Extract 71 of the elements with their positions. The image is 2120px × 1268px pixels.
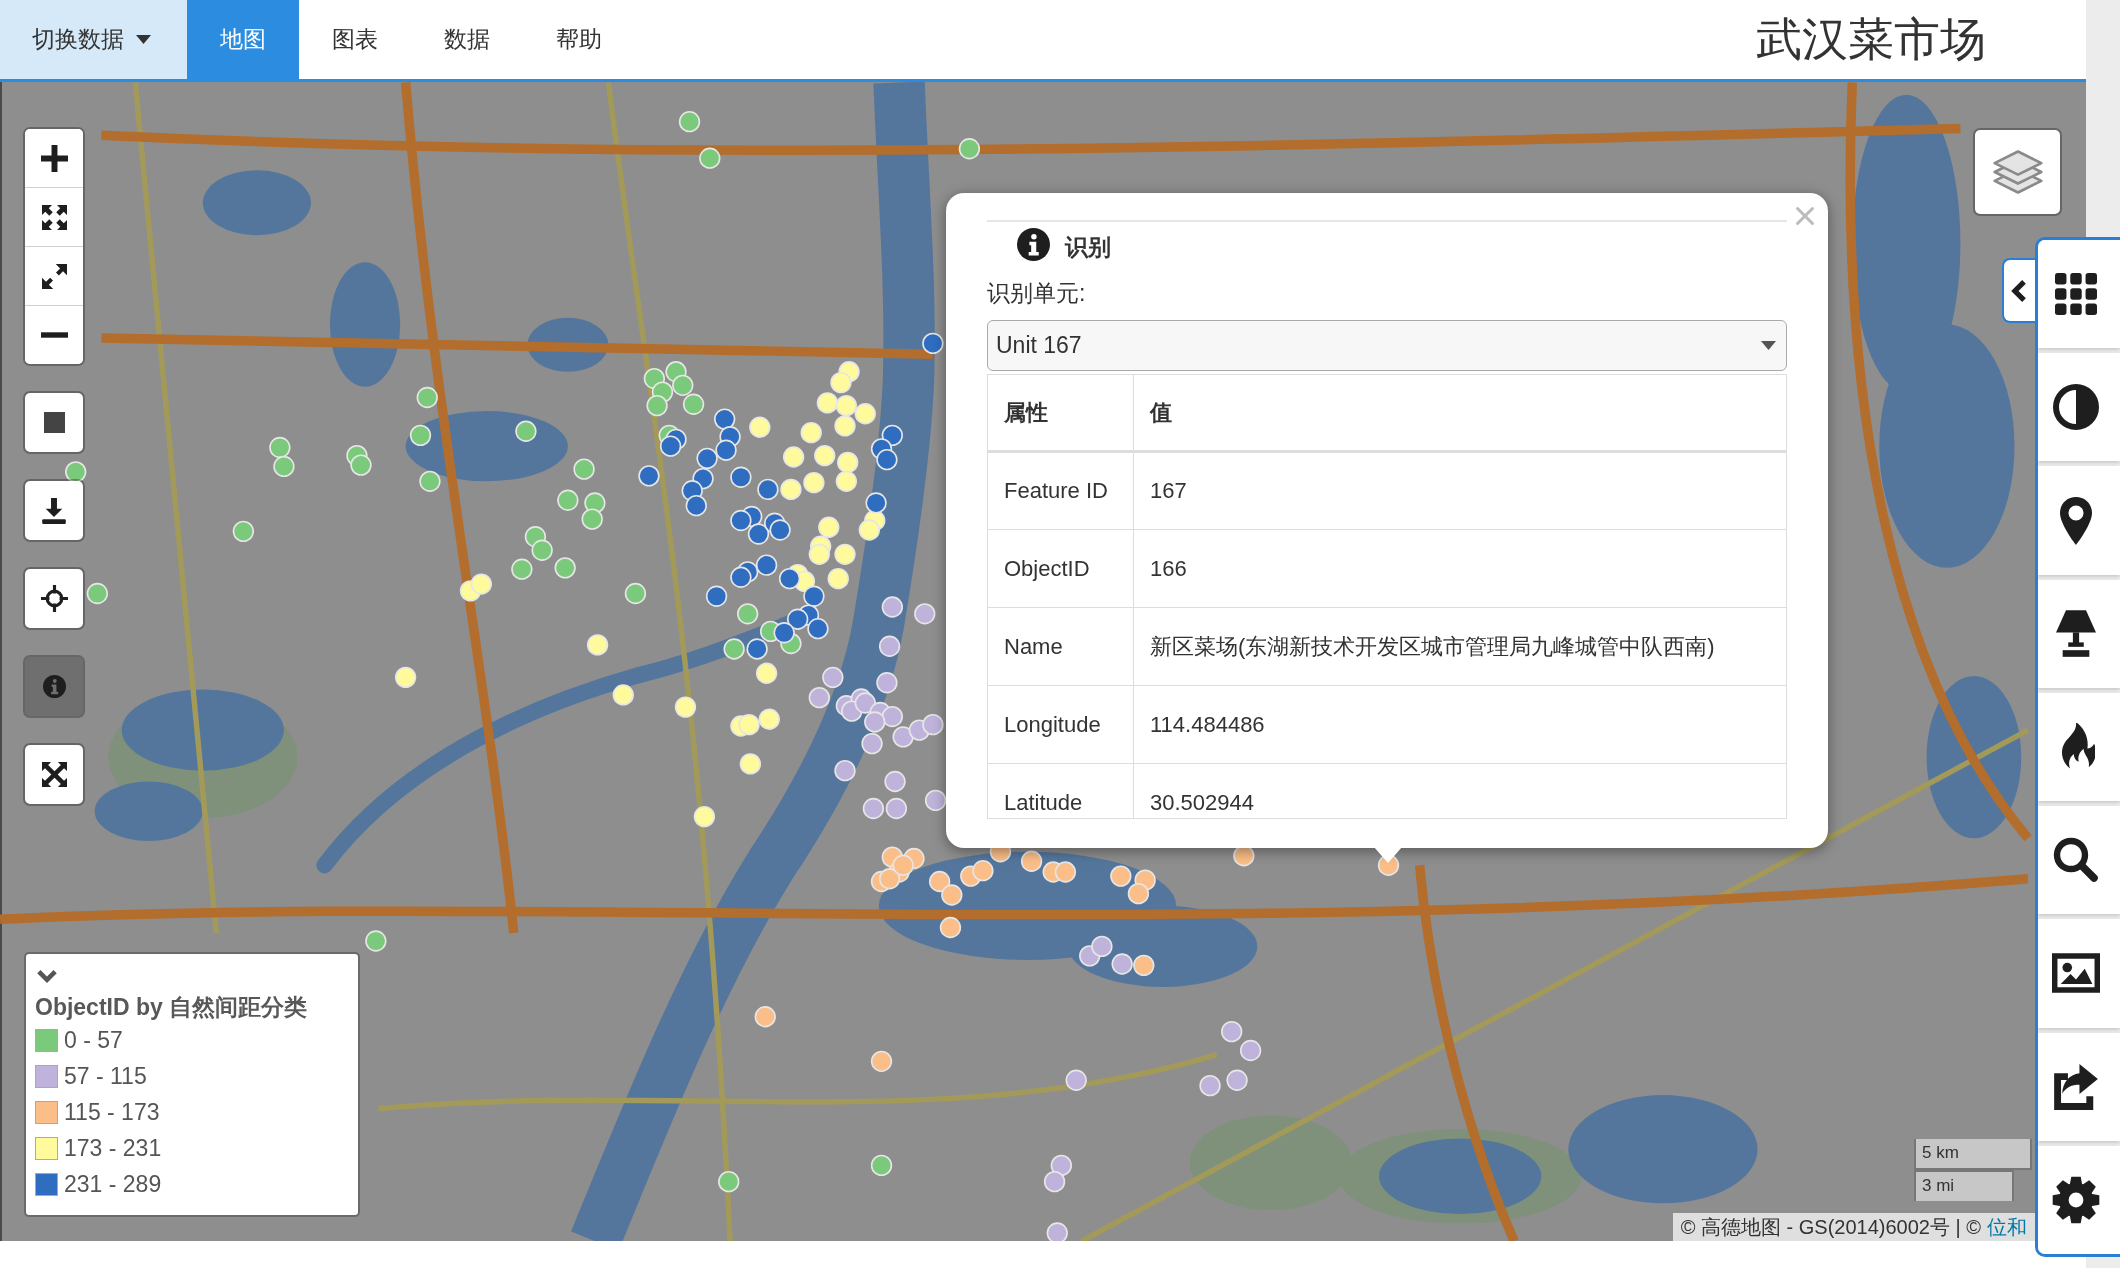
unit-select[interactable]: Unit 167 [987, 320, 1787, 371]
sidebar-tab[interactable] [2038, 806, 2120, 915]
legend-label: 231 - 289 [64, 1170, 162, 1198]
square-icon [43, 412, 65, 433]
contrast-icon [2053, 384, 2099, 431]
sidebar-tab[interactable] [2038, 919, 2120, 1028]
close-icon [1795, 206, 1815, 226]
grid-icon [2055, 273, 2097, 316]
search-icon [2053, 837, 2099, 884]
plus-icon [40, 144, 68, 172]
sidebar-tab[interactable] [2038, 466, 2120, 575]
legend-label: 57 - 115 [64, 1062, 147, 1090]
table-cell: Longitude [987, 685, 1134, 764]
legend-label: 115 - 173 [64, 1098, 160, 1126]
crosshair-icon [40, 585, 68, 612]
sidebar-tab[interactable] [2038, 1032, 2120, 1141]
metric-scale: 5 km [1914, 1139, 2032, 1170]
layers-button[interactable] [1973, 128, 2062, 216]
table-cell: Name [987, 607, 1134, 686]
square-tool-button[interactable] [23, 391, 85, 454]
table-cell: 114.484486 [1133, 685, 1787, 764]
popup-title: 识别 [1065, 233, 1111, 261]
legend-label: 173 - 231 [64, 1134, 162, 1162]
sidebar-tab[interactable] [2038, 579, 2120, 688]
column-header: 值 [1133, 374, 1787, 452]
identify-button[interactable] [23, 655, 85, 718]
legend-title: ObjectID by 自然间距分类 [35, 993, 308, 1022]
caret-icon [136, 35, 151, 44]
zoom-out-button[interactable] [25, 305, 83, 364]
attribution-text: © 高德地图 - GS(2014)6002号 | © [1680, 1214, 1981, 1240]
sidebar-tab[interactable] [2038, 240, 2120, 349]
layers-icon [1992, 150, 2043, 194]
table-cell: 新区菜场(东湖新技术开发区城市管理局九峰城管中队西南) [1133, 607, 1787, 686]
locate-button[interactable] [23, 567, 85, 630]
chevron-down-icon[interactable] [37, 970, 57, 983]
legend-label: 0 - 57 [64, 1026, 123, 1054]
table-cell: ObjectID [987, 529, 1134, 608]
caret-icon [1761, 341, 1776, 350]
column-header: 属性 [987, 374, 1134, 452]
sidebar-tab[interactable] [2038, 692, 2120, 802]
table-cell: Feature ID [987, 451, 1134, 530]
nav-tab[interactable]: 地图 [187, 0, 299, 79]
fullscreen-button[interactable] [23, 743, 85, 806]
nav-tab[interactable]: 数据 [411, 0, 523, 79]
lamp-icon [2056, 610, 2096, 658]
share-icon [2054, 1063, 2098, 1110]
sidebar-tab[interactable] [2038, 1145, 2120, 1254]
chevron-left-icon [2011, 279, 2026, 302]
collapse-tab[interactable] [2002, 258, 2035, 323]
info-icon [1017, 228, 1050, 261]
data-menu-button[interactable]: 切换数据 [0, 0, 187, 79]
nav-tab[interactable]: 帮助 [523, 0, 635, 79]
download-icon [42, 497, 66, 524]
nav-tab[interactable]: 图表 [299, 0, 411, 79]
table-cell: Latitude [987, 763, 1134, 818]
info-icon [42, 675, 66, 698]
app-title: 武汉菜市场 [1756, 11, 1986, 67]
expand-arrows-icon [41, 762, 67, 787]
diagonal-arrow-icon [41, 263, 67, 289]
field-label: 识别单元: [987, 279, 1087, 307]
corner-arrows-icon [41, 204, 67, 230]
sidebar-tab[interactable] [2038, 353, 2120, 462]
imperial-scale: 3 mi [1914, 1170, 2014, 1201]
attribution-link[interactable]: 位和 [1987, 1213, 2027, 1241]
image-icon [2052, 953, 2100, 994]
table-cell: 167 [1133, 451, 1787, 530]
map-pin-icon [2060, 496, 2092, 545]
download-button[interactable] [23, 479, 85, 542]
settings-icon [2052, 1175, 2100, 1224]
minus-icon [40, 332, 68, 338]
table-cell: 166 [1133, 529, 1787, 608]
